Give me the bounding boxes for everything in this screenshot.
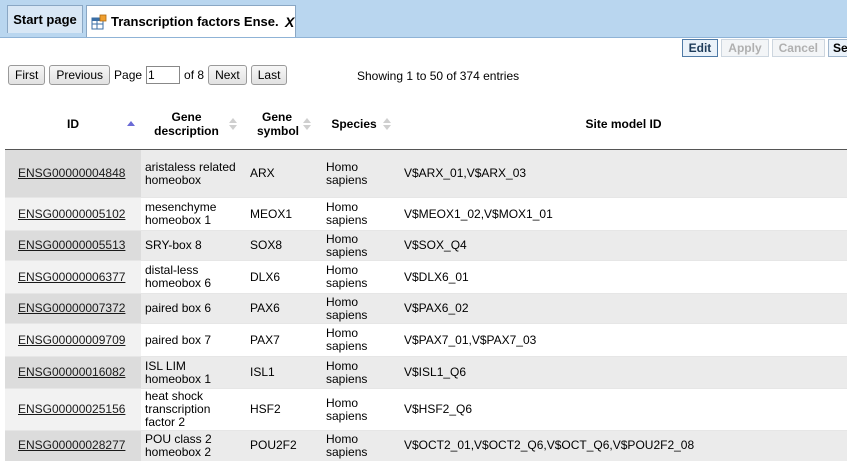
cell-site-model-id: V$ISL1_Q6: [400, 356, 847, 389]
cell-gene-description: POU class 2 homeobox 2: [141, 430, 246, 461]
cell-id: ENSG00000007372: [5, 293, 141, 324]
table-row[interactable]: ENSG00000025156 heat shock transcription …: [5, 388, 847, 431]
cell-id: ENSG00000028277: [5, 430, 141, 461]
cell-species: Homo sapiens: [322, 230, 400, 261]
gene-id-link[interactable]: ENSG00000009709: [18, 333, 125, 347]
cell-gene-symbol: POU2F2: [246, 430, 322, 461]
table-body: ENSG00000004848 aristaless related homeob…: [5, 149, 847, 461]
gene-id-link[interactable]: ENSG00000025156: [18, 402, 125, 416]
cell-gene-symbol: SOX8: [246, 230, 322, 261]
cell-gene-description: paired box 7: [141, 323, 246, 357]
gene-id-link[interactable]: ENSG00000007372: [18, 301, 125, 315]
cell-id: ENSG00000005102: [5, 197, 141, 231]
page-number-input[interactable]: [146, 66, 181, 84]
cell-id: ENSG00000009709: [5, 323, 141, 357]
table-row[interactable]: ENSG00000028277 POU class 2 homeobox 2 POU…: [5, 430, 847, 461]
cell-gene-symbol: ISL1: [246, 356, 322, 389]
cell-site-model-id: V$PAX7_01,V$PAX7_03: [400, 323, 847, 357]
gene-id-link[interactable]: ENSG00000016082: [18, 365, 125, 379]
cell-gene-description: paired box 6: [141, 293, 246, 324]
gene-id-link[interactable]: ENSG00000006377: [18, 270, 125, 284]
tab-transcription-factors-label: Transcription factors Ense...: [111, 14, 279, 29]
cell-id: ENSG00000006377: [5, 260, 141, 294]
cell-species: Homo sapiens: [322, 323, 400, 357]
column-header-species[interactable]: Species: [322, 99, 400, 150]
cell-id: ENSG00000005513: [5, 230, 141, 261]
cancel-button[interactable]: Cancel: [771, 39, 825, 57]
cell-species: Homo sapiens: [322, 430, 400, 461]
table-row[interactable]: ENSG00000006377 distal-less homeobox 6 DLX…: [5, 260, 847, 294]
edit-button[interactable]: Edit: [681, 39, 719, 57]
close-tab-icon[interactable]: X: [285, 14, 294, 30]
cell-id: ENSG00000025156: [5, 388, 141, 431]
cell-id: ENSG00000004848: [5, 149, 141, 198]
cell-id: ENSG00000016082: [5, 356, 141, 389]
cell-gene-description: SRY-box 8: [141, 230, 246, 261]
table-row[interactable]: ENSG00000016082 ISL LIM homeobox 1 ISL1 Hom…: [5, 356, 847, 389]
previous-page-button[interactable]: Previous: [49, 65, 111, 85]
cell-species: Homo sapiens: [322, 356, 400, 389]
tab-transcription-factors[interactable]: Transcription factors Ense... X: [86, 5, 296, 37]
cell-gene-symbol: DLX6: [246, 260, 322, 294]
cell-gene-symbol: MEOX1: [246, 197, 322, 231]
cell-species: Homo sapiens: [322, 260, 400, 294]
cell-gene-description: mesenchyme homeobox 1: [141, 197, 246, 231]
select-button[interactable]: Se: [828, 39, 847, 57]
next-page-button[interactable]: Next: [208, 65, 247, 85]
page-label: Page: [114, 68, 143, 82]
gene-id-link[interactable]: ENSG00000005102: [18, 207, 125, 221]
cell-gene-description: ISL LIM homeobox 1: [141, 356, 246, 389]
cell-gene-description: heat shock transcription factor 2: [141, 388, 246, 431]
cell-species: Homo sapiens: [322, 149, 400, 198]
table-row[interactable]: ENSG00000005102 mesenchyme homeobox 1 MEOX…: [5, 197, 847, 231]
cell-gene-symbol: ARX: [246, 149, 322, 198]
table-header-row: ID Gene description Gene symbol Species: [5, 99, 847, 150]
table-row[interactable]: ENSG00000009709 paired box 7 PAX7 Homo sapi…: [5, 323, 847, 357]
tab-bar: Start page Transcription factors Ense...…: [0, 0, 847, 38]
gene-id-link[interactable]: ENSG00000028277: [18, 438, 125, 452]
entries-status: Showing 1 to 50 of 374 entries: [357, 69, 520, 83]
cell-site-model-id: V$DLX6_01: [400, 260, 847, 294]
cell-gene-symbol: PAX6: [246, 293, 322, 324]
first-page-button[interactable]: First: [8, 65, 46, 85]
cell-gene-symbol: PAX7: [246, 323, 322, 357]
cell-site-model-id: V$ARX_01,V$ARX_03: [400, 149, 847, 198]
edit-toolbar: Edit Apply Cancel Se: [681, 39, 847, 57]
transcription-factors-table: ID Gene description Gene symbol Species: [5, 99, 847, 461]
cell-species: Homo sapiens: [322, 388, 400, 431]
cell-gene-symbol: HSF2: [246, 388, 322, 431]
cell-site-model-id: V$MEOX1_02,V$MOX1_01: [400, 197, 847, 231]
cell-site-model-id: V$OCT2_01,V$OCT2_Q6,V$OCT_Q6,V$POU2F2_08: [400, 430, 847, 461]
gene-id-link[interactable]: ENSG00000005513: [18, 238, 125, 252]
column-header-site-model-id[interactable]: Site model ID: [400, 99, 847, 150]
cell-site-model-id: V$SOX_Q4: [400, 230, 847, 261]
table-row[interactable]: ENSG00000005513 SRY-box 8 SOX8 Homo sapiens…: [5, 230, 847, 261]
table-document-icon: [91, 14, 107, 30]
sort-icon: [382, 118, 391, 130]
cell-species: Homo sapiens: [322, 293, 400, 324]
page-count-label: of 8: [184, 68, 205, 82]
cell-species: Homo sapiens: [322, 197, 400, 231]
sort-ascending-icon: [127, 121, 135, 126]
last-page-button[interactable]: Last: [250, 65, 288, 85]
tab-start-page-label: Start page: [13, 12, 77, 27]
column-header-gene-description[interactable]: Gene description: [141, 99, 246, 150]
table-row[interactable]: ENSG00000007372 paired box 6 PAX6 Homo sapi…: [5, 293, 847, 324]
column-header-id[interactable]: ID: [5, 99, 141, 150]
column-header-gene-symbol[interactable]: Gene symbol: [246, 99, 322, 150]
pagination: First Previous Page of 8 Next Last: [8, 65, 288, 85]
cell-gene-description: distal-less homeobox 6: [141, 260, 246, 294]
cell-site-model-id: V$HSF2_Q6: [400, 388, 847, 431]
tab-start-page[interactable]: Start page: [7, 5, 83, 33]
cell-gene-description: aristaless related homeobox: [141, 149, 246, 198]
gene-id-link[interactable]: ENSG00000004848: [18, 166, 125, 180]
table-row[interactable]: ENSG00000004848 aristaless related homeob…: [5, 149, 847, 198]
sort-icon: [303, 118, 311, 130]
apply-button[interactable]: Apply: [721, 39, 769, 57]
sort-icon: [228, 118, 237, 130]
cell-site-model-id: V$PAX6_02: [400, 293, 847, 324]
